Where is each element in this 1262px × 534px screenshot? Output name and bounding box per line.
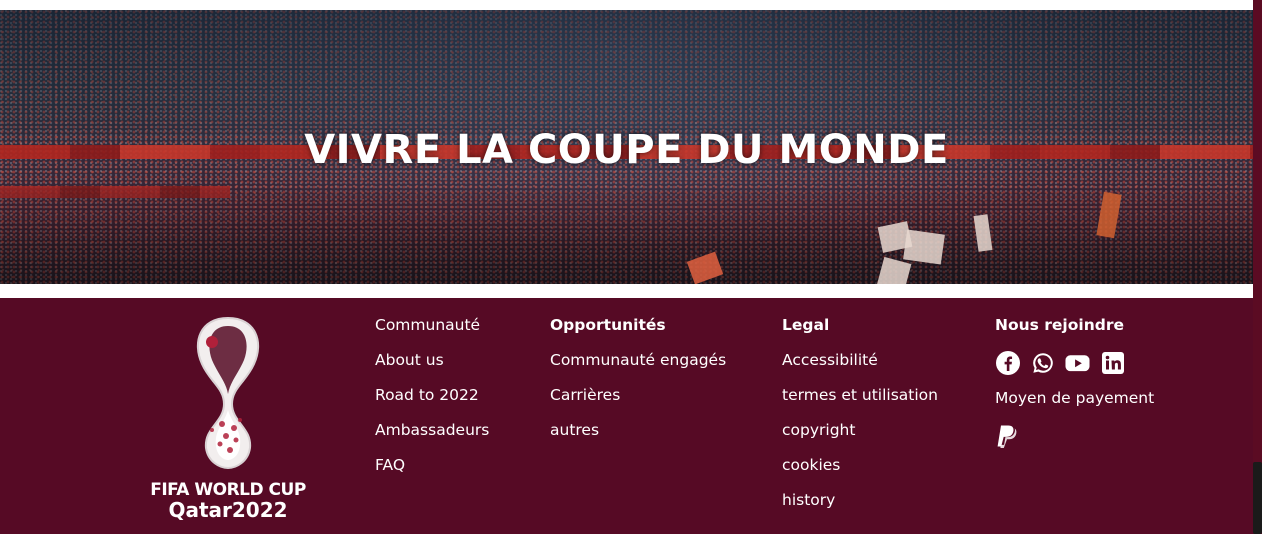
footer-column-legal: Legal Accessibilité termes et utilisatio… — [782, 315, 938, 525]
social-links — [995, 350, 1154, 376]
footer-heading-legal: Legal — [782, 316, 830, 334]
footer-link-history[interactable]: history — [782, 490, 938, 510]
footer-link-termes-utilisation[interactable]: termes et utilisation — [782, 385, 938, 405]
hero-banner: VIVRE LA COUPE DU MONDE — [0, 10, 1253, 284]
footer-link-carrieres[interactable]: Carrières — [550, 385, 726, 405]
page-scroll-track — [1253, 0, 1262, 534]
linkedin-icon[interactable] — [1100, 351, 1125, 376]
footer-link-communaute-engages[interactable]: Communauté engagés — [550, 350, 726, 370]
footer-heading-opportunites: Opportunités — [550, 316, 666, 334]
whatsapp-icon[interactable] — [1030, 351, 1055, 376]
logo-text-line2: Qatar2022 — [168, 498, 288, 522]
footer-link-accessibilite[interactable]: Accessibilité — [782, 350, 938, 370]
hero-title: VIVRE LA COUPE DU MONDE — [304, 127, 949, 173]
footer-link-faq[interactable]: FAQ — [375, 455, 489, 475]
footer-column-join: Nous rejoindre Moyen de payement — [995, 315, 1154, 449]
payment-methods-label: Moyen de payement — [995, 389, 1155, 407]
trophy-emblem-icon — [197, 316, 259, 470]
footer-link-autres[interactable]: autres — [550, 420, 726, 440]
fifa-world-cup-logo[interactable]: FIFA WORLD CUP Qatar2022 — [140, 312, 316, 520]
fan-flag — [903, 229, 945, 265]
site-footer: FIFA WORLD CUP Qatar2022 Communauté Abou… — [0, 298, 1253, 534]
footer-link-copyright[interactable]: copyright — [782, 420, 938, 440]
footer-link-road-to-2022[interactable]: Road to 2022 — [375, 385, 489, 405]
footer-link-communaute[interactable]: Communauté — [375, 315, 489, 335]
footer-link-cookies[interactable]: cookies — [782, 455, 938, 475]
footer-heading-nous-rejoindre: Nous rejoindre — [995, 316, 1124, 334]
logo-text-line1: FIFA WORLD CUP — [150, 480, 306, 500]
scrollbar-thumb[interactable] — [1253, 462, 1262, 534]
footer-column-community: Communauté About us Road to 2022 Ambassa… — [375, 315, 489, 490]
footer-link-about-us[interactable]: About us — [375, 350, 489, 370]
footer-column-opportunities: Opportunités Communauté engagés Carrière… — [550, 315, 726, 455]
paypal-icon[interactable] — [995, 423, 1017, 449]
youtube-icon[interactable] — [1065, 351, 1090, 376]
facebook-icon[interactable] — [995, 351, 1020, 376]
footer-link-ambassadeurs[interactable]: Ambassadeurs — [375, 420, 489, 440]
